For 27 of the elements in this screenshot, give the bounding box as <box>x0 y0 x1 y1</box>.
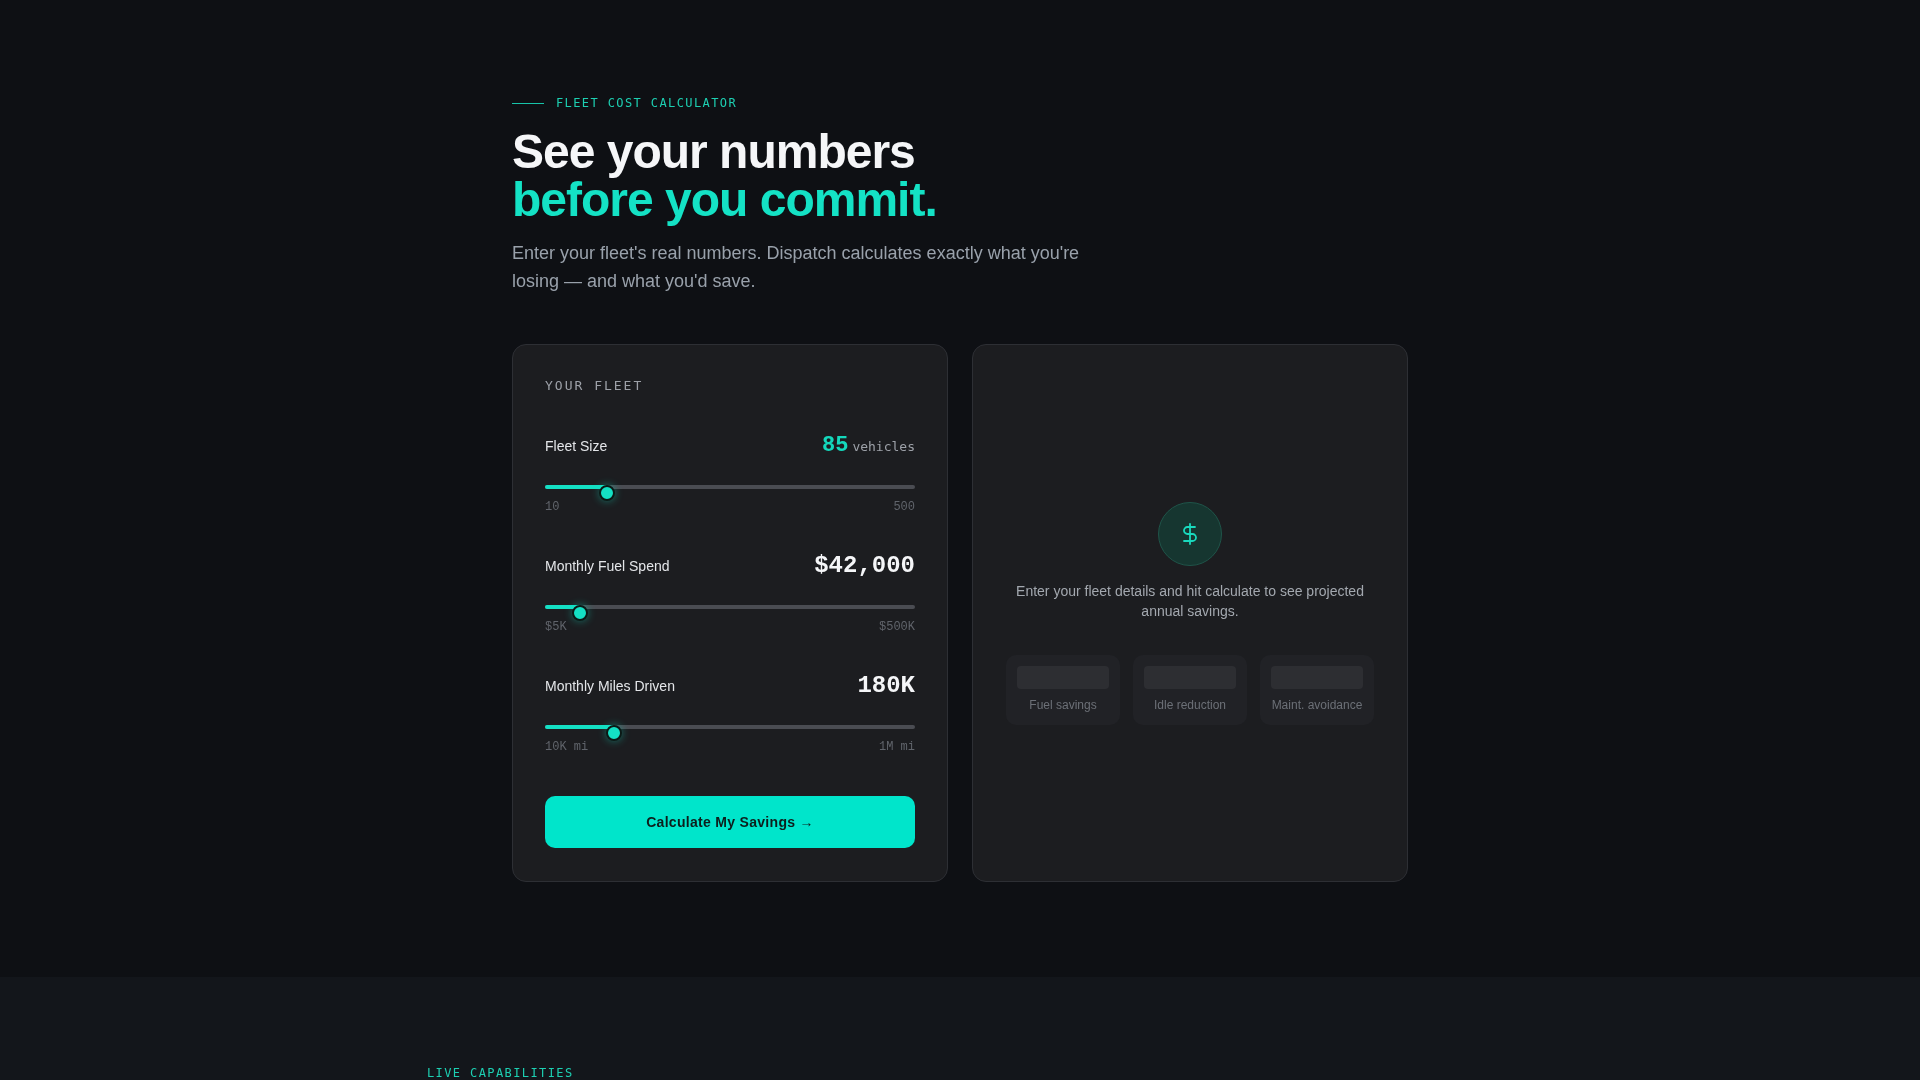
input-value: $42,000 <box>814 552 915 580</box>
input-label: Monthly Fuel Spend <box>545 558 670 574</box>
range-min-label: 10 <box>545 500 560 514</box>
range-max-label: $500K <box>879 620 915 634</box>
slider-thumb[interactable] <box>605 725 622 741</box>
input-value: 85 <box>821 432 849 460</box>
range-min-label: 10K mi <box>545 740 589 754</box>
page-heading: See your numbers <box>512 128 915 176</box>
range-min-label: $5K <box>545 620 567 634</box>
section-eyebrow: LIVE CAPABILITIES <box>427 1066 574 1080</box>
range-max-label: 1M mi <box>879 740 915 754</box>
metric-label: Idle reduction <box>1153 697 1226 712</box>
input-value: 180K <box>857 672 915 700</box>
metric-label: Maint. avoidance <box>1271 697 1363 712</box>
slider-thumb[interactable] <box>599 485 616 501</box>
accent-line <box>512 102 544 104</box>
metric-label: Fuel savings <box>1029 697 1097 712</box>
range-max-label: 500 <box>893 500 915 514</box>
unit-label: vehicles <box>852 439 915 454</box>
page-description: Enter your fleet's real numbers. Dispatch calculates exactly what you're losing — and what you'd save. <box>512 242 1081 293</box>
calculate-button[interactable]: Calculate My Savings → <box>545 796 915 848</box>
input-label: Monthly Miles Driven <box>545 678 675 694</box>
slider-thumb[interactable] <box>571 605 588 621</box>
card-title: YOUR FLEET <box>545 377 644 395</box>
results-message: Enter your fleet details and hit calculate to see projected annual savings. <box>1015 581 1365 621</box>
section-eyebrow: FLEET COST CALCULATOR <box>556 95 738 111</box>
input-label: Fleet Size <box>545 438 608 454</box>
